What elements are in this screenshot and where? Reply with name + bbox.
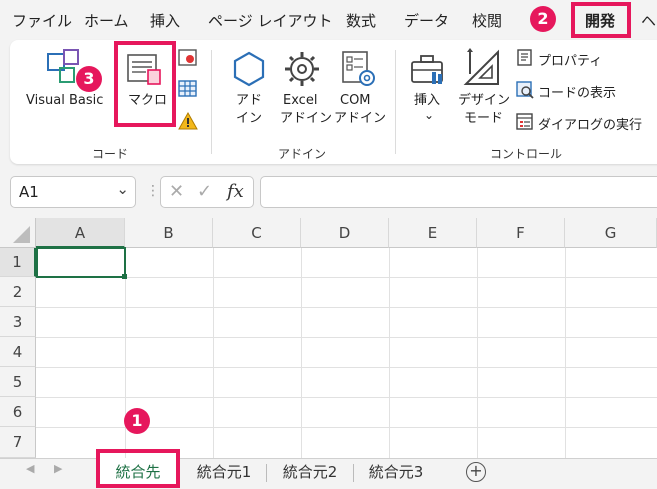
row-header-1[interactable]: 1	[0, 248, 36, 277]
name-box-value: A1	[19, 183, 39, 201]
record-macro-button[interactable]	[178, 49, 198, 67]
column-header-F[interactable]: F	[477, 218, 565, 248]
name-box[interactable]: A1 ⌄	[10, 176, 136, 208]
addins-label-1: アド	[236, 93, 263, 108]
grid-line	[36, 277, 657, 278]
excel-addins-label-1: Excel	[283, 93, 318, 108]
callout-badge-3: 3	[76, 66, 102, 92]
plus-icon: +	[469, 461, 483, 480]
view-code-button[interactable]: コードの表示	[538, 82, 616, 101]
scroll-left-icon[interactable]: ◀	[26, 462, 34, 475]
row-header-2[interactable]: 2	[0, 277, 36, 307]
tab-formulas[interactable]: 数式	[346, 10, 376, 31]
cancel-icon[interactable]: ✕	[169, 181, 184, 202]
column-header-G[interactable]: G	[565, 218, 657, 248]
drag-handle-icon[interactable]: ⋮	[146, 183, 160, 199]
tab-divider	[353, 464, 354, 482]
hexagon-icon	[233, 51, 265, 87]
com-addins-label-1: COM	[340, 93, 371, 108]
com-addins-icon	[342, 51, 375, 86]
controls-group-label: コントロール	[490, 147, 563, 161]
highlight-developer-tab	[571, 2, 631, 38]
com-addins-button[interactable]	[338, 49, 378, 89]
macro-security-button[interactable]	[178, 111, 198, 130]
formula-input[interactable]	[260, 176, 657, 208]
tab-home[interactable]: ホーム	[84, 10, 129, 31]
visual-basic-label: Visual Basic	[26, 93, 104, 108]
tab-data[interactable]: データ	[404, 10, 449, 31]
excel-addins-label-2: アドイン	[280, 111, 333, 126]
design-mode-label-1: デザイン	[458, 93, 511, 108]
com-addins-label-2: アドイン	[334, 111, 387, 126]
run-dialog-icon-wrap[interactable]	[516, 113, 534, 131]
warning-icon	[178, 111, 198, 130]
tab-page-layout[interactable]: ページ レイアウト	[208, 10, 332, 31]
grid-line	[36, 367, 657, 368]
grid-line	[36, 307, 657, 308]
tab-insert[interactable]: 挿入	[150, 10, 180, 31]
addins-group-label: アドイン	[278, 147, 327, 161]
select-all-button[interactable]	[0, 218, 36, 248]
properties-button[interactable]: プロパティ	[538, 50, 602, 69]
tab-review[interactable]: 校閲	[472, 10, 502, 31]
callout-badge-1: 1	[124, 408, 150, 434]
view-code-icon	[516, 81, 534, 99]
chevron-down-icon[interactable]: ⌄	[116, 180, 129, 198]
sheet-tab-source-1[interactable]: 統合元1	[184, 458, 264, 486]
grid-line	[36, 397, 657, 398]
scroll-right-icon[interactable]: ▶	[54, 462, 62, 475]
column-header-E[interactable]: E	[389, 218, 477, 248]
insert-function-icon[interactable]: fx	[227, 181, 244, 202]
design-mode-label-2: モード	[464, 111, 504, 126]
row-header-5[interactable]: 5	[0, 367, 36, 397]
code-group-label: コード	[92, 147, 129, 161]
column-header-B[interactable]: B	[125, 218, 213, 248]
addins-button[interactable]	[230, 50, 268, 88]
fill-handle[interactable]	[122, 274, 127, 279]
select-all-triangle-icon	[13, 226, 30, 243]
enter-icon[interactable]: ✓	[197, 181, 212, 202]
add-sheet-button[interactable]: +	[466, 462, 486, 482]
addins-label-2: イン	[236, 111, 263, 126]
insert-dropdown-arrow[interactable]: ⌄	[424, 106, 434, 124]
relative-reference-icon	[178, 80, 197, 97]
row-header-6[interactable]: 6	[0, 397, 36, 427]
row-header-4[interactable]: 4	[0, 337, 36, 367]
column-header-D[interactable]: D	[301, 218, 389, 248]
column-header-C[interactable]: C	[213, 218, 301, 248]
view-code-icon-wrap[interactable]	[516, 81, 534, 99]
ribbon-separator	[395, 50, 396, 154]
grid-line	[36, 337, 657, 338]
design-mode-button[interactable]	[462, 48, 502, 88]
row-header-7[interactable]: 7	[0, 427, 36, 458]
highlight-sheet-tab	[96, 449, 180, 488]
ribbon-separator	[211, 50, 212, 154]
relative-reference-button[interactable]	[178, 80, 198, 98]
properties-icon	[517, 49, 532, 66]
sheet-tab-source-3[interactable]: 統合元3	[356, 458, 436, 486]
active-cell-A1[interactable]	[36, 247, 126, 278]
excel-addins-button[interactable]	[282, 49, 322, 89]
run-dialog-button[interactable]: ダイアログの実行	[538, 114, 642, 133]
tab-divider	[266, 464, 267, 482]
sheet-tab-source-2[interactable]: 統合元2	[270, 458, 350, 486]
toolbox-icon	[411, 55, 443, 84]
tab-file[interactable]: ファイル	[12, 10, 72, 31]
ruler-triangle-icon	[463, 48, 499, 85]
highlight-macro-button	[114, 41, 176, 127]
gear-icon	[285, 52, 319, 86]
properties-icon-wrap[interactable]	[516, 49, 534, 67]
callout-badge-2: 2	[530, 6, 556, 32]
column-header-A[interactable]: A	[36, 218, 125, 248]
tab-help[interactable]: ヘ	[641, 10, 656, 31]
record-macro-icon	[178, 49, 197, 66]
insert-control-button[interactable]	[408, 50, 448, 90]
formula-buttons: ✕ ✓ fx	[160, 176, 254, 208]
row-header-3[interactable]: 3	[0, 307, 36, 337]
run-dialog-icon	[516, 113, 533, 130]
